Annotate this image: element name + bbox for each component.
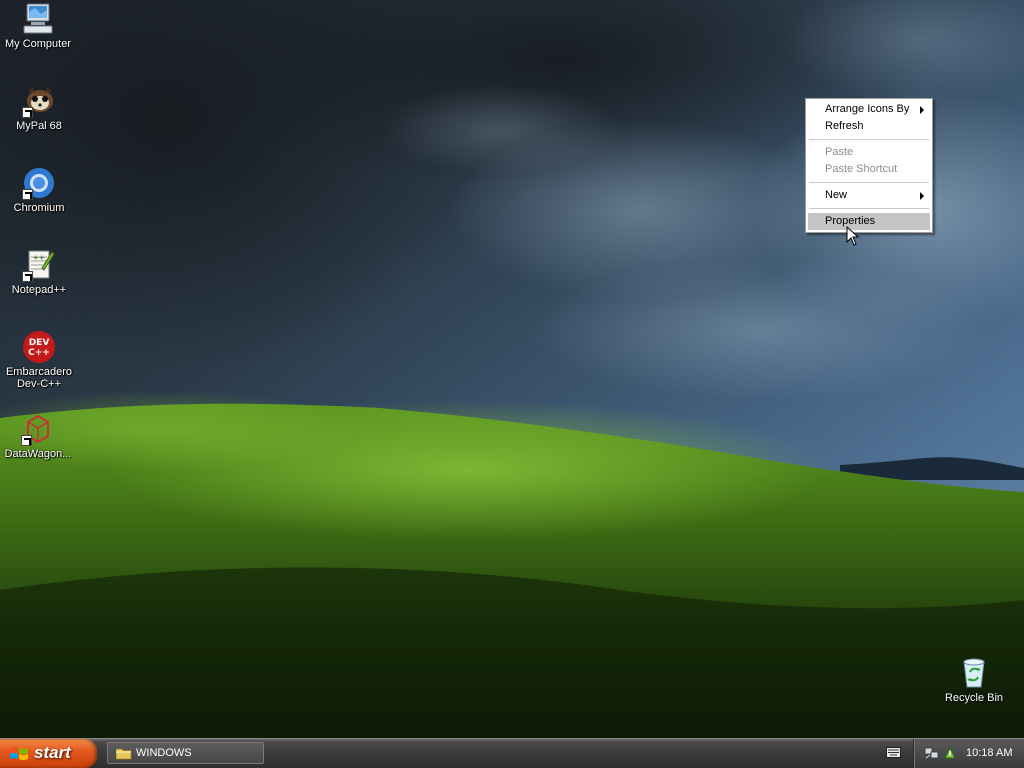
shortcut-arrow-icon bbox=[22, 271, 33, 282]
shortcut-arrow-icon bbox=[21, 435, 32, 446]
menu-separator bbox=[809, 139, 929, 140]
system-tray: 10:18 AM bbox=[913, 739, 1024, 768]
menu-item-label: Paste Shortcut bbox=[825, 163, 898, 175]
shortcut-arrow-icon bbox=[22, 107, 33, 118]
desktop-icon-dev-cpp[interactable]: DEV C++ Embarcadero Dev-C++ bbox=[0, 330, 79, 390]
clock[interactable]: 10:18 AM bbox=[966, 747, 1012, 759]
taskbar-button-label: WINDOWS bbox=[136, 747, 192, 759]
menu-item-label: Refresh bbox=[825, 120, 864, 132]
folder-icon bbox=[116, 748, 132, 760]
network-icon[interactable] bbox=[924, 746, 940, 760]
menu-item-new[interactable]: New bbox=[808, 187, 930, 204]
menu-item-arrange-icons-by[interactable]: Arrange Icons By bbox=[808, 101, 930, 118]
menu-item-paste: Paste bbox=[808, 144, 930, 161]
desktop-icon-mypal[interactable]: MyPal 68 bbox=[0, 84, 79, 132]
desktop[interactable]: My Computer MyPal 68 Chromium ++ Notepad… bbox=[0, 0, 1024, 738]
taskbar: start WINDOWS 10:18 AM bbox=[0, 738, 1024, 768]
desktop-icon-chromium[interactable]: Chromium bbox=[0, 166, 79, 214]
menu-item-label: Paste bbox=[825, 146, 854, 158]
menu-item-properties[interactable]: Properties bbox=[808, 213, 930, 230]
desktop-icon-label: Recycle Bin bbox=[944, 692, 1004, 704]
dev-cpp-icon: DEV C++ bbox=[22, 330, 56, 364]
svg-text:C++: C++ bbox=[28, 348, 50, 358]
menu-item-refresh[interactable]: Refresh bbox=[808, 118, 930, 135]
menu-item-label: Arrange Icons By bbox=[825, 103, 910, 115]
desktop-icon-label: Chromium bbox=[13, 202, 65, 214]
svg-text:++: ++ bbox=[33, 254, 45, 262]
menu-item-label: New bbox=[825, 189, 848, 201]
submenu-arrow-icon bbox=[920, 106, 924, 114]
datawagon-icon bbox=[21, 412, 55, 446]
desktop-icon-label: MyPal 68 bbox=[16, 120, 62, 132]
desktop-context-menu: Arrange Icons By Refresh Paste Paste Sho… bbox=[805, 98, 933, 233]
desktop-icon-label: Embarcadero Dev-C++ bbox=[5, 366, 73, 390]
menu-separator bbox=[809, 208, 929, 209]
chromium-icon bbox=[22, 166, 56, 200]
keyboard-icon[interactable] bbox=[886, 747, 901, 758]
windows-logo-icon bbox=[10, 747, 28, 760]
submenu-arrow-icon bbox=[920, 192, 924, 200]
desktop-icon-recycle-bin[interactable]: Recycle Bin bbox=[934, 656, 1014, 704]
start-button[interactable]: start bbox=[0, 739, 97, 768]
desktop-icon-label: My Computer bbox=[4, 38, 72, 50]
menu-item-paste-shortcut: Paste Shortcut bbox=[808, 161, 930, 178]
safely-remove-hardware-icon[interactable] bbox=[943, 746, 957, 760]
taskbar-button-windows[interactable]: WINDOWS bbox=[107, 742, 264, 764]
desktop-icon-datawagon[interactable]: DataWagon... bbox=[0, 412, 78, 460]
notepad-plus-plus-icon: ++ bbox=[22, 248, 56, 282]
desktop-icon-my-computer[interactable]: My Computer bbox=[0, 2, 78, 50]
menu-separator bbox=[809, 182, 929, 183]
desktop-icon-label: DataWagon... bbox=[4, 448, 72, 460]
desktop-icon-label: Notepad++ bbox=[11, 284, 67, 296]
recycle-bin-icon bbox=[957, 656, 991, 690]
start-label: start bbox=[34, 743, 71, 762]
my-computer-icon bbox=[21, 2, 55, 36]
mouse-cursor-icon bbox=[846, 226, 860, 246]
svg-text:DEV: DEV bbox=[29, 338, 50, 348]
desktop-icon-notepad-plus-plus[interactable]: ++ Notepad++ bbox=[0, 248, 79, 296]
shortcut-arrow-icon bbox=[22, 189, 33, 200]
mypal-icon bbox=[22, 84, 56, 118]
